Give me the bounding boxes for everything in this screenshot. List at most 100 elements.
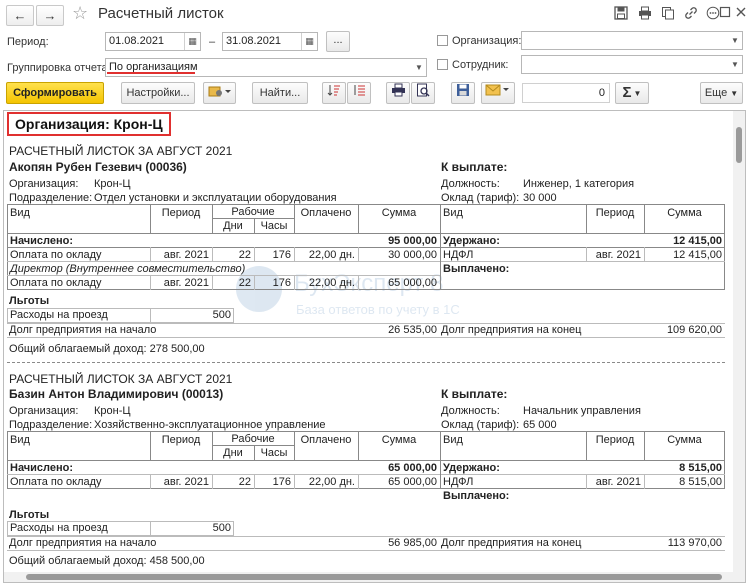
accrual-days: 22 [238, 277, 251, 289]
deduction-name: НДФЛ [443, 249, 474, 261]
calendar-icon[interactable]: ▦ [184, 33, 200, 50]
print-icon[interactable] [637, 6, 653, 22]
organization-checkbox[interactable] [437, 35, 448, 46]
preview-icon [417, 83, 430, 97]
highlight-underline [107, 72, 195, 74]
preview-button[interactable] [411, 82, 435, 104]
org-value: Крон-Ц [94, 405, 131, 417]
grouping-select[interactable]: По организациям ▼ [105, 58, 427, 77]
period-label: Период: [7, 36, 49, 48]
accrual-paid: 22,00 дн. [308, 277, 355, 289]
envelope-icon [485, 84, 509, 96]
title-bar: ← → ☆ Расчетный листок [0, 0, 750, 30]
col-sum-header: Сумма [667, 434, 702, 446]
col-type-header: Вид [443, 434, 463, 446]
accrual-sum: 65 000,00 [388, 277, 437, 289]
save-icon[interactable] [613, 6, 629, 22]
paid-out-label: Выплачено: [443, 490, 510, 502]
date-from-field[interactable]: 01.08.2021 ▦ [105, 32, 201, 51]
col-period-header: Период [161, 207, 201, 219]
settings-button[interactable]: Настройки... [121, 82, 195, 104]
date-from-value: 01.08.2021 [109, 35, 165, 47]
window-title: Расчетный листок [98, 5, 224, 22]
organization-header: Организация: Крон-Ц [7, 112, 171, 136]
accrual-sum: 30 000,00 [388, 249, 437, 261]
sort-button[interactable] [322, 82, 346, 104]
watermark-tagline: База ответов по учету в 1С [296, 302, 460, 317]
withheld-label: Удержано: [443, 235, 500, 247]
accrual-name: Оплата по окладу [10, 249, 102, 261]
deduction-period: авг. 2021 [595, 249, 641, 261]
col-hours-header: Часы [260, 220, 288, 232]
employee-checkbox[interactable] [437, 59, 448, 70]
save-report-button[interactable] [451, 82, 475, 104]
accrued-label: Начислено: [10, 235, 74, 247]
vertical-scrollbar[interactable] [733, 111, 745, 582]
col-work-header: Рабочие [231, 206, 275, 218]
period-select-button[interactable]: ... [326, 31, 350, 52]
find-button[interactable]: Найти... [252, 82, 308, 104]
debt-start-label: Долг предприятия на начало [9, 537, 157, 549]
back-button[interactable]: ← [6, 5, 34, 26]
paid-out-label: Выплачено: [443, 263, 510, 275]
payslip-title: РАСЧЕТНЫЙ ЛИСТОК ЗА АВГУСТ 2021 [9, 372, 233, 386]
favorite-star-icon[interactable]: ☆ [72, 3, 88, 24]
generate-button[interactable]: Сформировать [6, 82, 104, 104]
org-label: Организация: [9, 178, 79, 190]
more-actions-button[interactable]: Еще ▼ [700, 82, 743, 104]
sigma-icon: Σ [622, 84, 632, 101]
scroll-thumb[interactable] [26, 574, 722, 580]
variants-button[interactable] [203, 82, 236, 104]
horizontal-scrollbar[interactable] [4, 572, 745, 582]
col-period-header: Период [595, 434, 635, 446]
withheld-total: 12 415,00 [673, 235, 722, 247]
position-note: Директор (Внутреннее совместительство) [10, 263, 246, 275]
link-icon[interactable] [683, 6, 699, 22]
forward-button[interactable]: → [36, 5, 64, 26]
employee-name: Базин Антон Владимирович (00013) [9, 387, 224, 401]
print-button[interactable] [386, 82, 410, 104]
copy-icon[interactable] [660, 6, 676, 22]
col-work-header: Рабочие [231, 433, 275, 445]
col-days-header: Дни [223, 220, 243, 232]
organization-field[interactable]: ▼ [521, 31, 743, 50]
position-value: Начальник управления [523, 405, 641, 417]
col-sum-header: Сумма [381, 434, 417, 446]
calendar-icon[interactable]: ▦ [301, 33, 317, 50]
deduction-name: НДФЛ [443, 476, 474, 488]
arrow-right-icon: → [43, 8, 57, 23]
group-button[interactable] [347, 82, 371, 104]
close-icon[interactable] [733, 6, 749, 22]
chevron-down-icon[interactable]: ▼ [728, 32, 742, 49]
grouping-label: Группировка отчета: [7, 62, 111, 74]
arrow-left-icon: ← [13, 8, 27, 23]
accrual-name: Оплата по окладу [10, 277, 102, 289]
position-value: Инженер, 1 категория [523, 178, 635, 190]
floppy-icon [457, 84, 469, 96]
chevron-down-icon[interactable]: ▼ [728, 56, 742, 73]
scroll-thumb[interactable] [736, 127, 742, 163]
deduction-sum: 8 515,00 [679, 476, 722, 488]
employee-field[interactable]: ▼ [521, 55, 743, 74]
send-email-button[interactable] [481, 82, 515, 104]
printer-icon [391, 83, 405, 97]
debt-end-value: 113 970,00 [667, 537, 722, 549]
chevron-down-icon[interactable]: ▼ [412, 59, 426, 76]
col-sum-header: Сумма [381, 207, 417, 219]
benefits-label: Льготы [9, 295, 50, 307]
taxable-income: Общий облагаемый доход: 458 500,00 [9, 555, 205, 567]
accrued-label: Начислено: [10, 462, 74, 474]
report-area[interactable]: Организация: Крон-Ц БухЭксперт 8 База от… [3, 110, 746, 583]
sort-icon [327, 85, 340, 96]
maximize-icon[interactable] [717, 6, 733, 22]
col-paid-header: Оплачено [300, 207, 352, 219]
accrual-period: авг. 2021 [163, 476, 209, 488]
col-hours-header: Часы [260, 447, 288, 459]
debt-end-label: Долг предприятия на конец [441, 324, 582, 336]
date-to-value: 31.08.2021 [226, 35, 282, 47]
date-to-field[interactable]: 31.08.2021 ▦ [222, 32, 318, 51]
org-value: Крон-Ц [94, 178, 131, 190]
accrued-total: 95 000,00 [388, 235, 437, 247]
col-paid-header: Оплачено [300, 434, 352, 446]
sum-button[interactable]: Σ ▼ [615, 82, 649, 104]
